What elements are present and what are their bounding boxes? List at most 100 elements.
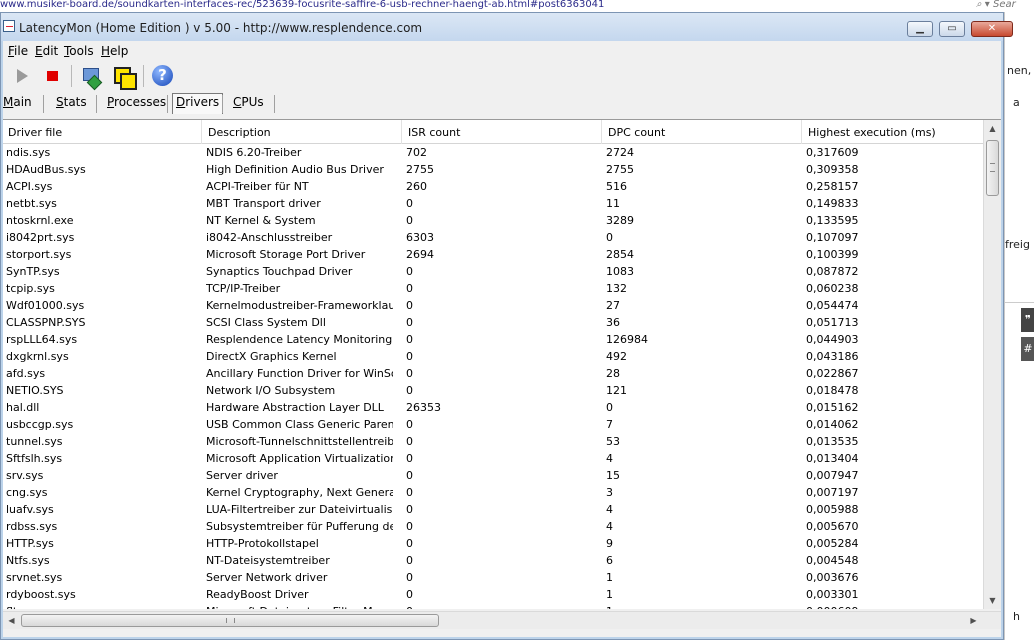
horizontal-scroll-thumb[interactable] [21, 614, 439, 627]
stop-icon[interactable] [41, 64, 65, 88]
cell-driver-file: tcpip.sys [6, 282, 55, 295]
column-header-dpc-count[interactable]: DPC count [608, 126, 665, 139]
column-divider[interactable] [201, 120, 202, 144]
close-button[interactable]: ✕ [971, 21, 1013, 37]
cell-highest-execution: 0,003676 [806, 571, 859, 584]
cell-dpc-count: 3289 [606, 214, 634, 227]
table-row[interactable]: netbt.sys MBT Transport driver 0 11 0,149833 [3, 195, 983, 212]
tab-stats[interactable]: Stats [53, 94, 90, 113]
horizontal-scrollbar[interactable]: ◀ ▶ [3, 611, 1001, 629]
scroll-up-icon[interactable]: ▲ [984, 120, 1001, 137]
cell-driver-file: fltmgr.sys [6, 605, 201, 609]
tab-processes[interactable]: Processes [104, 94, 169, 113]
table-row[interactable]: Ntfs.sys NT-Dateisystemtreiber 0 6 0,004548 [3, 552, 983, 569]
windows-icon[interactable] [111, 64, 137, 90]
table-row[interactable]: Wdf01000.sys Kernelmodustreiber-Framework… [3, 297, 983, 314]
table-row[interactable]: ntoskrnl.exe NT Kernel & System 0 3289 0,133… [3, 212, 983, 229]
column-header-driver-file[interactable]: Driver file [8, 126, 62, 139]
table-row[interactable]: Sftfslh.sys Microsoft Application Virtual… [3, 450, 983, 467]
cell-description: Synaptics Touchpad Driver [206, 265, 353, 278]
cell-isr-count: 0 [406, 367, 413, 380]
tab-drivers[interactable]: Drivers [172, 93, 224, 114]
cell-description: Ancillary Function Driver for WinSock [206, 367, 393, 380]
vertical-scrollbar[interactable]: ▲ ▼ [983, 120, 1001, 609]
menu-edit[interactable]: Edit [35, 44, 58, 58]
table-row[interactable]: tcpip.sys TCP/IP-Treiber 0 132 0,060238 [3, 280, 983, 297]
browser-url-bar[interactable]: www.musiker-board.de/soundkarten-interfa… [0, 0, 1034, 12]
table-row[interactable]: srv.sys Server driver 0 15 0,007947 [3, 467, 983, 484]
title-bar[interactable]: LatencyMon (Home Edition ) v 5.00 - http… [1, 13, 1013, 41]
menu-help[interactable]: Help [101, 44, 128, 58]
cell-driver-file: ntoskrnl.exe [6, 214, 74, 227]
scroll-down-icon[interactable]: ▼ [984, 592, 1001, 609]
table-row[interactable]: HDAudBus.sys High Definition Audio Bus Dr… [3, 161, 983, 178]
table-row[interactable]: HTTP.sys HTTP-Protokollstapel 0 9 0,005284 [3, 535, 983, 552]
column-header-isr-count[interactable]: ISR count [408, 126, 460, 139]
table-row[interactable]: rdbss.sys Subsystemtreiber für Pufferung … [3, 518, 983, 535]
column-divider[interactable] [801, 120, 802, 144]
toolbar [3, 61, 1001, 91]
table-row[interactable]: dxgkrnl.sys DirectX Graphics Kernel 0 492 0,… [3, 348, 983, 365]
tab-separator [222, 95, 223, 113]
table-row[interactable]: srvnet.sys Server Network driver 0 1 0,00367… [3, 569, 983, 586]
tab-cpus[interactable]: CPUs [230, 94, 267, 113]
table-row[interactable]: rspLLL64.sys Resplendence Latency Monitor… [3, 331, 983, 348]
table-row[interactable]: CLASSPNP.SYS SCSI Class System Dll 0 36 0,05… [3, 314, 983, 331]
table-row[interactable]: tunnel.sys Microsoft-Tunnelschnittstellen… [3, 433, 983, 450]
vertical-scroll-thumb[interactable] [986, 140, 999, 196]
table-body: ndis.sys NDIS 6.20-Treiber 702 2724 0,317609… [3, 144, 983, 609]
cell-highest-execution: 0,060238 [806, 282, 859, 295]
monitor-icon[interactable] [79, 64, 103, 88]
column-divider[interactable] [401, 120, 402, 144]
cell-highest-execution: 0,015162 [806, 401, 859, 414]
table-row[interactable]: usbccgp.sys USB Common Class Generic Pare… [3, 416, 983, 433]
menu-tools[interactable]: Tools [64, 44, 94, 58]
table-row[interactable]: i8042prt.sys i8042-Anschlusstreiber 6303 0 0… [3, 229, 983, 246]
column-header-description[interactable]: Description [208, 126, 271, 139]
table-row[interactable]: storport.sys Microsoft Storage Port Drive… [3, 246, 983, 263]
cell-highest-execution: 0,022867 [806, 367, 859, 380]
cell-description: TCP/IP-Treiber [206, 282, 281, 295]
cell-dpc-count: 11 [606, 197, 620, 210]
table-row[interactable]: luafv.sys LUA-Filtertreiber zur Dateivirt… [3, 501, 983, 518]
cell-highest-execution: 0,133595 [806, 214, 859, 227]
scroll-right-icon[interactable]: ▶ [965, 612, 982, 629]
cell-isr-count: 0 [406, 537, 413, 550]
cell-isr-count: 260 [406, 180, 427, 193]
menu-file[interactable]: File [8, 44, 28, 58]
column-divider[interactable] [601, 120, 602, 144]
table-row[interactable]: afd.sys Ancillary Function Driver for Win… [3, 365, 983, 382]
table-row[interactable]: NETIO.SYS Network I/O Subsystem 0 121 0,0184… [3, 382, 983, 399]
table-row[interactable]: ACPI.sys ACPI-Treiber für NT 260 516 0,25815… [3, 178, 983, 195]
toolbar-separator [143, 65, 144, 87]
cell-driver-file: HDAudBus.sys [6, 163, 86, 176]
cell-isr-count: 0 [406, 214, 413, 227]
table-row[interactable]: rdyboost.sys ReadyBoost Driver 0 1 0,003301 [3, 586, 983, 603]
maximize-button[interactable]: ▭ [939, 21, 965, 37]
cell-isr-count: 0 [406, 503, 413, 516]
cell-isr-count: 0 [406, 384, 413, 397]
column-header-highest-execution[interactable]: Highest execution (ms) [808, 126, 936, 139]
play-icon[interactable] [11, 64, 35, 88]
help-icon[interactable] [151, 64, 175, 88]
cell-driver-file: luafv.sys [6, 503, 54, 516]
cell-dpc-count: 0 [606, 231, 613, 244]
page-text-fragment: a [1013, 96, 1020, 109]
table-row[interactable]: hal.dll Hardware Abstraction Layer DLL 263… [3, 399, 983, 416]
browser-search-field[interactable]: ⌕ ▾ Sear [976, 0, 1034, 12]
cell-highest-execution: 0,018478 [806, 384, 859, 397]
minimize-button[interactable]: ▁ [907, 21, 933, 37]
table-row[interactable]: ndis.sys NDIS 6.20-Treiber 702 2724 0,317609 [3, 144, 983, 161]
cell-driver-file: tunnel.sys [6, 435, 63, 448]
cell-dpc-count: 0 [606, 401, 613, 414]
cell-description: ReadyBoost Driver [206, 588, 309, 601]
quote-icon[interactable]: ❞ [1021, 308, 1034, 332]
scroll-left-icon[interactable]: ◀ [3, 612, 20, 629]
table-row[interactable]: cng.sys Kernel Cryptography, Next Generat… [3, 484, 983, 501]
table-header: Driver file Description ISR count DPC co… [3, 120, 983, 144]
table-row[interactable]: SynTP.sys Synaptics Touchpad Driver 0 1083 0… [3, 263, 983, 280]
cell-description: DirectX Graphics Kernel [206, 350, 337, 363]
cell-isr-count: 0 [406, 554, 413, 567]
tab-main[interactable]: Main [0, 94, 35, 113]
table-row[interactable]: fltmgr.sys Microsoft Dateisystem-Filter-M… [3, 603, 983, 609]
